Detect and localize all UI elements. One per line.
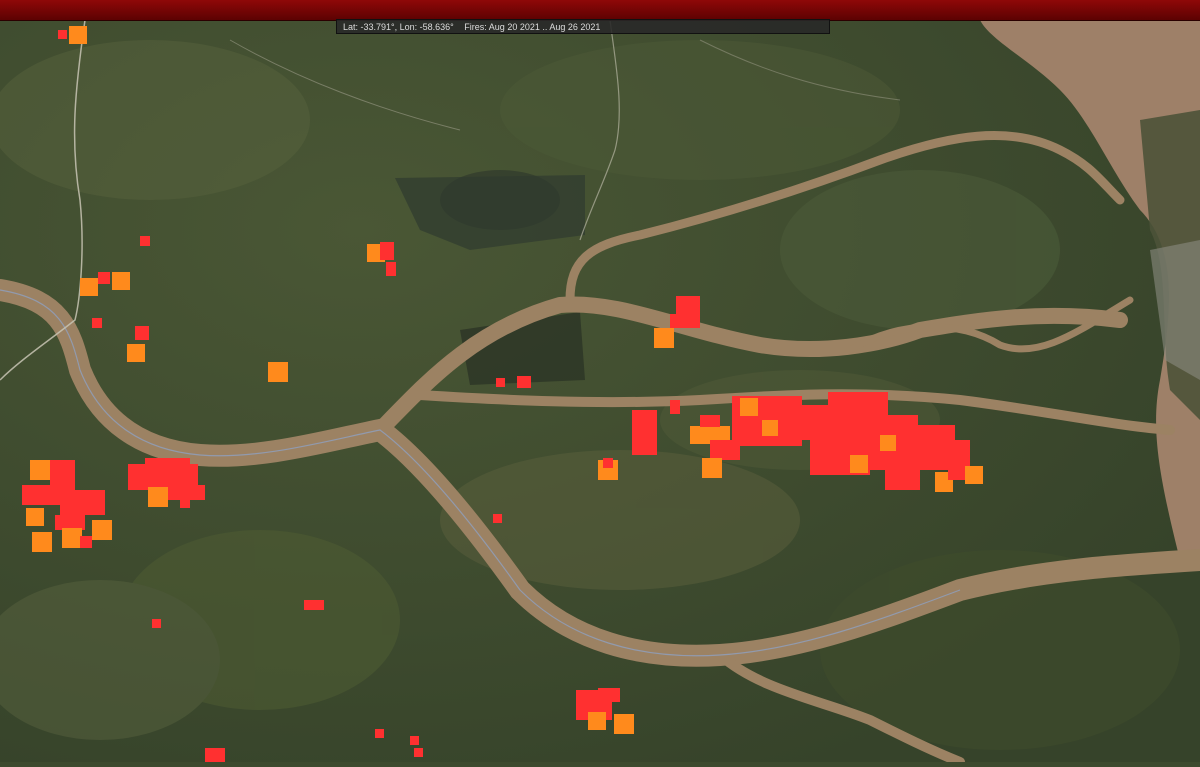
fire-pixel <box>304 600 324 610</box>
fire-pixel <box>26 508 44 526</box>
fire-pixel <box>60 490 105 515</box>
fire-pixel <box>145 458 190 470</box>
fire-pixel <box>965 466 983 484</box>
fire-pixel <box>140 236 150 246</box>
top-toolbar <box>0 0 1200 21</box>
fire-pixel <box>32 532 52 552</box>
fire-pixel <box>493 514 502 523</box>
fire-date-range: Fires: Aug 20 2021 .. Aug 26 2021 <box>464 22 601 32</box>
fire-pixel <box>152 619 161 628</box>
fire-pixel <box>62 528 82 548</box>
fire-pixel <box>386 262 396 276</box>
fire-pixel <box>598 688 620 702</box>
fire-pixel <box>127 344 145 362</box>
fire-pixel <box>30 460 50 480</box>
fire-pixel <box>92 520 112 540</box>
fire-pixel <box>702 458 722 478</box>
fire-pixel <box>55 515 85 530</box>
cursor-coordinates: Lat: -33.791°, Lon: -58.636° <box>343 22 454 32</box>
fire-pixel <box>670 314 700 328</box>
coordinate-status-bar: Lat: -33.791°, Lon: -58.636° Fires: Aug … <box>336 19 830 34</box>
fire-pixel <box>205 748 225 762</box>
fire-pixel <box>148 487 168 507</box>
fire-pixel <box>632 410 657 455</box>
fire-pixel <box>885 468 920 490</box>
fire-pixel <box>670 400 680 414</box>
fire-pixel <box>588 712 606 730</box>
fire-pixel <box>80 536 92 548</box>
fire-pixel <box>850 455 868 473</box>
satellite-map[interactable] <box>0 0 1200 767</box>
fire-pixel <box>98 272 110 284</box>
fire-pixel <box>380 242 394 260</box>
fire-pixel <box>80 278 98 296</box>
fire-pixel <box>58 30 67 39</box>
fire-pixel <box>676 296 700 316</box>
fire-pixel <box>700 415 720 427</box>
fire-pixel <box>880 435 896 451</box>
fire-pixel <box>92 318 102 328</box>
fire-pixel <box>517 376 531 388</box>
fire-pixel <box>614 714 634 734</box>
fire-pixel <box>496 378 505 387</box>
fire-pixel <box>654 328 674 348</box>
fire-pixel <box>165 485 205 500</box>
fire-pixel <box>414 748 423 757</box>
fire-pixel <box>740 398 758 416</box>
fire-pixel <box>69 26 87 44</box>
fire-pixel <box>180 498 190 508</box>
fire-pixel <box>50 460 75 490</box>
fire-pixel <box>603 458 613 468</box>
fire-pixel <box>135 326 149 340</box>
fire-pixel <box>375 729 384 738</box>
fire-pixel <box>762 420 778 436</box>
fire-pixel <box>112 272 130 290</box>
fire-pixel <box>268 362 288 382</box>
fire-pixel <box>410 736 419 745</box>
